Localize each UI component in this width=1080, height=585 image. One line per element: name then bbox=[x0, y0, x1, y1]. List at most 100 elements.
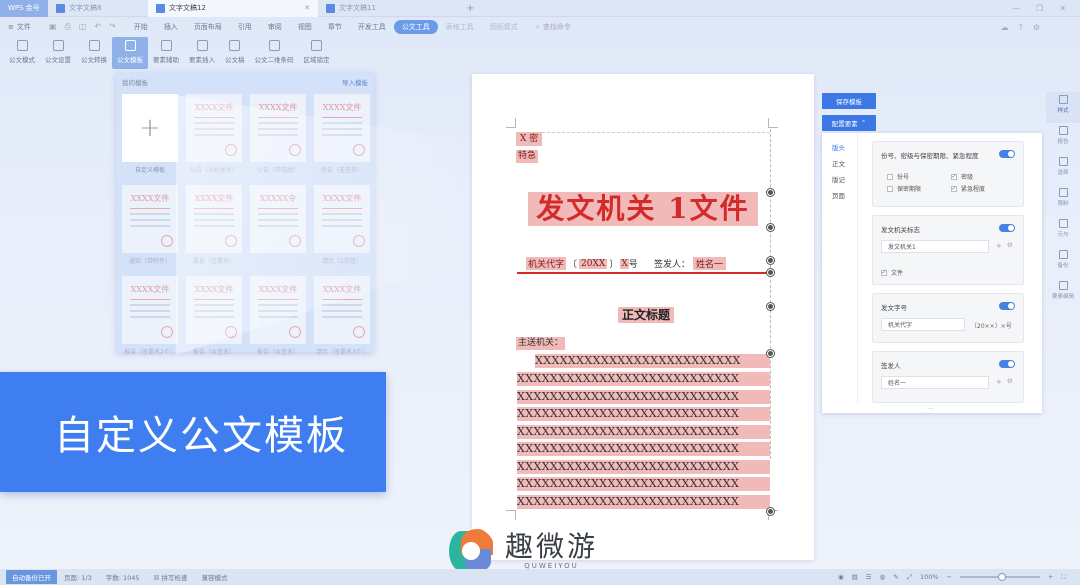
resize-handle[interactable] bbox=[767, 189, 774, 196]
zoom-in-icon[interactable]: + bbox=[1048, 573, 1053, 581]
page-indicator[interactable]: 页面: 1/3 bbox=[57, 572, 99, 582]
secret-period-checkbox[interactable]: 保密期限 bbox=[887, 184, 921, 193]
template-card[interactable]: XXXX文件 报告（签署名2个） bbox=[122, 276, 178, 356]
template-card[interactable]: XXXX文件 报告（含签名） bbox=[250, 276, 306, 356]
save-icon[interactable]: ▣ bbox=[49, 22, 57, 32]
body-line[interactable]: XXXXXXXXXXXXXXXXXXXXXXXXXXX bbox=[517, 442, 770, 456]
import-template-link[interactable]: 导入模板 bbox=[342, 77, 368, 87]
doc-template-button[interactable]: 公文模板 bbox=[112, 37, 148, 69]
nav-item-body[interactable]: 正文 bbox=[822, 155, 857, 171]
agency-title[interactable]: 发文机关 1文件 bbox=[528, 192, 758, 226]
redo-icon[interactable]: ↷ bbox=[109, 22, 116, 32]
template-card[interactable]: XXXXX令 bbox=[250, 185, 306, 265]
tab-home[interactable]: WPS 金号 bbox=[0, 0, 48, 17]
page-view-icon[interactable]: ▤ bbox=[852, 573, 858, 581]
gear-icon[interactable]: ⚙ bbox=[1033, 23, 1040, 32]
menu-item-start[interactable]: 开始 bbox=[126, 22, 156, 32]
menu-item-table-tools[interactable]: 表格工具 bbox=[438, 22, 482, 32]
nav-item-header[interactable]: 版头 bbox=[822, 139, 857, 155]
rail-item-element[interactable]: 元与 bbox=[1046, 216, 1080, 247]
restore-icon[interactable]: ❐ bbox=[1036, 4, 1043, 13]
recipient-field[interactable]: 主送机关： bbox=[516, 337, 566, 350]
word-count[interactable]: 字数: 1045 bbox=[99, 572, 147, 582]
tab-doc-12[interactable]: 文字文稿12 ✕ bbox=[148, 0, 318, 17]
template-card[interactable]: XXXX文件 函告（无签名） bbox=[314, 94, 370, 174]
template-card[interactable]: XXXX文件 公告（以机关名） bbox=[186, 94, 242, 174]
resize-handle[interactable] bbox=[767, 350, 774, 357]
year-field[interactable]: 20XX bbox=[579, 258, 608, 269]
rail-item-style[interactable]: 样式 bbox=[1046, 92, 1080, 123]
copy-number-checkbox[interactable]: 份号 bbox=[887, 172, 909, 181]
preview-icon[interactable]: ◫ bbox=[79, 22, 87, 32]
menu-item-official-doc-tools[interactable]: 公文工具 bbox=[393, 20, 438, 34]
eye-icon[interactable]: ◉ bbox=[838, 573, 844, 581]
new-tab-button[interactable]: + bbox=[458, 3, 482, 14]
body-line[interactable]: XXXXXXXXXXXXXXXXXXXXXXXXXXX bbox=[517, 459, 770, 474]
minimize-icon[interactable]: — bbox=[1012, 4, 1020, 13]
resize-handle[interactable] bbox=[767, 303, 774, 310]
write-icon[interactable]: ✎ bbox=[893, 573, 898, 581]
agency-name-input[interactable]: 发文机关1 bbox=[881, 240, 989, 253]
menu-item-chapter[interactable]: 章节 bbox=[320, 22, 350, 32]
signer-field[interactable]: 姓名一 bbox=[693, 257, 727, 270]
resize-handle[interactable] bbox=[767, 257, 774, 264]
file-menu[interactable]: ≡ 文件 bbox=[0, 22, 39, 32]
menu-item-view[interactable]: 视图 bbox=[290, 22, 320, 32]
file-suffix-checkbox[interactable]: ✓ 文件 bbox=[881, 268, 903, 277]
body-line[interactable]: XXXXXXXXXXXXXXXXXXXXXXXXXXX bbox=[517, 477, 770, 491]
agency-code-field[interactable]: 机关代字 bbox=[526, 257, 567, 270]
menu-item-insert[interactable]: 插入 bbox=[156, 22, 186, 32]
zoom-knob[interactable] bbox=[997, 573, 1006, 581]
config-elements-button[interactable]: 配置要素 ⌃ bbox=[822, 115, 876, 131]
resize-handle[interactable] bbox=[767, 508, 774, 515]
outline-view-icon[interactable]: ☰ bbox=[866, 573, 872, 581]
add-icon[interactable]: + bbox=[996, 378, 1002, 386]
doc-mode-button[interactable]: 公文模式 bbox=[4, 37, 40, 69]
template-card[interactable]: XXXX文件 要报（签署名） bbox=[186, 185, 242, 265]
tab-doc-8[interactable]: 文字文稿8 bbox=[48, 0, 148, 17]
command-search[interactable]: ⌕ 查找命令 bbox=[526, 22, 581, 32]
undo-icon[interactable]: ↶ bbox=[94, 22, 101, 32]
fit-icon[interactable]: ⤢ bbox=[907, 573, 912, 582]
doc-draft-button[interactable]: 公文稿 bbox=[220, 37, 250, 69]
tab-doc-11[interactable]: 文字文稿11 bbox=[318, 0, 458, 17]
template-card[interactable]: XXXX文件 报告（含签名） bbox=[186, 276, 242, 356]
signer-name-input[interactable]: 姓名一 bbox=[881, 376, 989, 389]
doc-number-toggle[interactable] bbox=[999, 302, 1015, 310]
doc-title[interactable]: 正文标题 bbox=[618, 307, 675, 323]
secret-marker[interactable]: X 密 bbox=[516, 132, 543, 146]
save-template-button[interactable]: 保存模板 bbox=[822, 93, 876, 109]
element-insert-button[interactable]: 要素插入 bbox=[184, 37, 220, 69]
body-line[interactable]: XXXXXXXXXXXXXXXXXXXXXXXXXXX bbox=[517, 494, 770, 509]
spell-check-toggle[interactable]: ☒ 拼写检查 bbox=[147, 572, 195, 582]
resize-handle[interactable] bbox=[767, 224, 774, 231]
element-assist-button[interactable]: 要素辅助 bbox=[148, 37, 184, 69]
rail-item-report[interactable]: 报告 bbox=[1046, 123, 1080, 154]
body-line[interactable]: XXXXXXXXXXXXXXXXXXXXXXXXXXX bbox=[517, 372, 770, 386]
web-view-icon[interactable]: ◍ bbox=[880, 573, 886, 581]
resize-handle[interactable] bbox=[767, 269, 774, 276]
body-line[interactable]: XXXXXXXXXXXXXXXXXXXXXXXXXXX bbox=[517, 389, 770, 404]
add-icon[interactable]: + bbox=[996, 242, 1002, 250]
menu-item-review[interactable]: 审阅 bbox=[260, 22, 290, 32]
remove-icon[interactable]: ⊖ bbox=[1007, 241, 1013, 249]
remove-icon[interactable]: ⊖ bbox=[1007, 377, 1013, 385]
rail-item-select[interactable]: 选择 bbox=[1046, 154, 1080, 185]
template-card[interactable]: XXXX文件 公告（带成绩） bbox=[250, 94, 306, 174]
rail-item-backup[interactable]: 备份 bbox=[1046, 247, 1080, 278]
body-first-line[interactable]: XXXXXXXXXXXXXXXXXXXXXXXXX bbox=[535, 354, 770, 368]
menu-item-reference[interactable]: 引用 bbox=[230, 22, 260, 32]
menu-item-layout[interactable]: 页面布局 bbox=[186, 22, 230, 32]
secret-toggle[interactable] bbox=[999, 150, 1015, 158]
number-field[interactable]: X bbox=[620, 258, 629, 269]
body-line[interactable]: XXXXXXXXXXXXXXXXXXXXXXXXXXX bbox=[517, 424, 770, 439]
close-icon[interactable]: ✕ bbox=[304, 4, 310, 12]
region-lock-button[interactable]: 区域锁定 bbox=[299, 37, 335, 69]
agency-code-input[interactable]: 机关代字 bbox=[881, 318, 965, 331]
close-window-icon[interactable]: ✕ bbox=[1059, 4, 1066, 13]
template-card[interactable]: XXXX文件 通知（带附件） bbox=[122, 185, 178, 265]
qr-code-button[interactable]: 公文二维条码 bbox=[250, 37, 299, 69]
autosave-badge[interactable]: 自动备份已开 bbox=[6, 570, 57, 584]
template-card[interactable]: + 自定义模板 bbox=[122, 94, 178, 174]
zoom-slider[interactable] bbox=[959, 573, 1040, 581]
